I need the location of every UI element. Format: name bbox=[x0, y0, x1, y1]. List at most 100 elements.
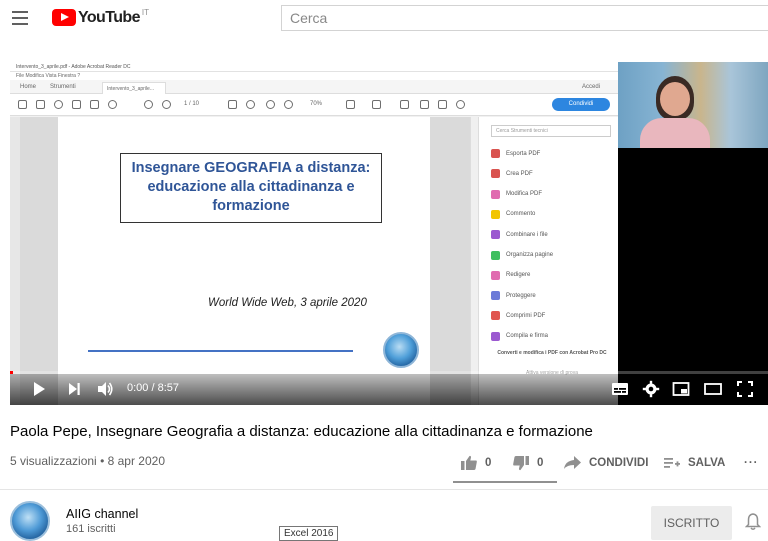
fit-page-icon bbox=[346, 100, 355, 109]
dislike-button[interactable]: 0 bbox=[512, 453, 543, 473]
save-label: SALVA bbox=[688, 457, 726, 469]
panel-tool-icon bbox=[491, 169, 500, 179]
slide-title: Insegnare GEOGRAFIA a distanza: educazio… bbox=[120, 153, 382, 223]
panel-item-label: Combinare i file bbox=[506, 231, 548, 238]
miniplayer-icon[interactable] bbox=[672, 380, 690, 398]
like-count: 0 bbox=[485, 457, 492, 469]
zoom-search-icon bbox=[108, 100, 117, 109]
panel-item-label: Modifica PDF bbox=[506, 191, 543, 198]
upload-date: 8 apr 2020 bbox=[107, 454, 165, 468]
time-display: 0:00 / 8:57 bbox=[127, 382, 179, 394]
video-meta: 5 visualizzazioni • 8 apr 2020 bbox=[10, 454, 165, 468]
sign-icon bbox=[438, 100, 447, 109]
acrobat-scrollbar bbox=[470, 117, 478, 405]
youtube-play-icon bbox=[52, 9, 76, 26]
subscriber-count: 161 iscritti bbox=[66, 523, 116, 535]
volume-icon[interactable] bbox=[96, 380, 114, 398]
subtitles-icon[interactable] bbox=[611, 380, 629, 398]
share-icon bbox=[564, 456, 581, 469]
acrobat-panel-item: Esporta PDF bbox=[491, 149, 540, 158]
more-actions-icon[interactable]: ··· bbox=[744, 453, 759, 473]
zoom-level: 70% bbox=[310, 101, 323, 107]
settings-gear-icon[interactable] bbox=[642, 380, 660, 398]
presenter-body bbox=[640, 118, 710, 148]
youtube-logo[interactable]: YouTube IT bbox=[52, 8, 149, 27]
play-icon[interactable] bbox=[30, 380, 48, 398]
acrobat-tools-panel: Cerca Strumenti tecnici Esporta PDF Crea … bbox=[478, 117, 618, 405]
acrobat-panel-item: Modifica PDF bbox=[491, 189, 543, 199]
thumbs-up-icon bbox=[461, 455, 477, 470]
video-player[interactable]: Intervento_3_aprile.pdf - Adobe Acrobat … bbox=[10, 62, 768, 405]
next-icon[interactable] bbox=[65, 380, 83, 398]
fullscreen-icon[interactable] bbox=[736, 380, 754, 398]
comment-icon bbox=[400, 100, 409, 109]
acrobat-panel-item: Compila e firma bbox=[491, 331, 548, 341]
playlist-add-icon bbox=[664, 458, 680, 468]
save-button[interactable]: SALVA bbox=[664, 453, 725, 473]
view-count: 5 visualizzazioni bbox=[10, 454, 97, 468]
zoom-out-icon bbox=[266, 100, 275, 109]
panel-item-label: Organizza pagine bbox=[506, 252, 554, 258]
panel-tool-icon bbox=[491, 311, 500, 321]
panel-item-label: Comprimi PDF bbox=[506, 312, 546, 319]
acrobat-document-area: Insegnare GEOGRAFIA a distanza: educazio… bbox=[20, 117, 470, 405]
hand-icon bbox=[246, 100, 255, 109]
acrobat-menu: File Modifica Vista Finestra ? bbox=[10, 72, 618, 80]
share-button[interactable]: CONDIVIDI bbox=[563, 453, 648, 473]
cursor-icon bbox=[228, 100, 237, 109]
acrobat-signin: Accedi bbox=[582, 84, 601, 90]
star-icon bbox=[36, 100, 45, 109]
acrobat-panel-item: Comprimi PDF bbox=[491, 311, 546, 321]
panel-tool-icon bbox=[491, 291, 500, 301]
search-input[interactable]: Cerca bbox=[281, 5, 768, 31]
page-indicator: 1 / 10 bbox=[184, 101, 200, 107]
channel-avatar[interactable] bbox=[10, 501, 50, 541]
like-button[interactable]: 0 bbox=[460, 453, 491, 473]
panel-item-label: Esporta PDF bbox=[506, 150, 541, 157]
acrobat-panel-item: Commento bbox=[491, 209, 536, 219]
mail-icon bbox=[90, 100, 99, 109]
acrobat-window: Intervento_3_aprile.pdf - Adobe Acrobat … bbox=[10, 62, 618, 405]
zoom-in-icon bbox=[284, 100, 293, 109]
acrobat-panel-item: Redigere bbox=[491, 270, 530, 280]
globe-logo-icon bbox=[383, 332, 419, 368]
acrobat-tab-doc: Intervento_3_aprile... bbox=[102, 82, 166, 94]
acrobat-tab-home: Home bbox=[20, 84, 37, 90]
pdf-slide: Insegnare GEOGRAFIA a distanza: educazio… bbox=[58, 117, 430, 405]
meta-separator: • bbox=[100, 454, 108, 468]
panel-tool-icon bbox=[491, 331, 500, 341]
pen-icon bbox=[420, 100, 429, 109]
divider bbox=[0, 489, 768, 490]
subscribe-button[interactable]: ISCRITTO bbox=[651, 506, 732, 540]
video-title: Paola Pepe, Insegnare Geografia a distan… bbox=[10, 423, 593, 440]
slide-divider bbox=[88, 350, 353, 352]
panel-tool-icon bbox=[491, 149, 500, 158]
thumbs-down-icon bbox=[513, 456, 529, 471]
acrobat-panel-item: Crea PDF bbox=[491, 169, 533, 179]
acrobat-left-strip bbox=[10, 117, 20, 405]
panel-tool-icon bbox=[491, 189, 500, 199]
bell-icon[interactable] bbox=[745, 513, 761, 531]
channel-name[interactable]: AIIG channel bbox=[66, 507, 138, 521]
slide-subtitle: World Wide Web, 3 aprile 2020 bbox=[208, 297, 367, 309]
panel-tool-icon bbox=[491, 209, 500, 219]
like-ratio-bar bbox=[453, 481, 557, 483]
page-down-icon bbox=[162, 100, 171, 109]
acrobat-panel-item: Organizza pagine bbox=[491, 250, 554, 260]
acrobat-tabs: Home Strumenti Intervento_3_aprile... Ac… bbox=[10, 80, 618, 94]
presenter-face bbox=[660, 82, 690, 116]
scroll-mode-icon bbox=[372, 100, 381, 109]
player-controls: 0:00 / 8:57 bbox=[10, 374, 768, 405]
country-code: IT bbox=[141, 8, 149, 17]
panel-item-label: Crea PDF bbox=[506, 170, 533, 177]
theater-mode-icon[interactable] bbox=[704, 380, 722, 398]
share-label: CONDIVIDI bbox=[589, 457, 649, 469]
dislike-count: 0 bbox=[537, 457, 544, 469]
acrobat-tab-tools: Strumenti bbox=[50, 84, 76, 90]
logo-text: YouTube bbox=[78, 9, 140, 26]
acrobat-share-button: Condividi bbox=[552, 98, 610, 111]
menu-icon[interactable] bbox=[12, 11, 28, 25]
panel-item-label: Commento bbox=[506, 211, 536, 218]
acrobat-panel-item: Proteggere bbox=[491, 291, 536, 301]
panel-footer: Converti e modifica i PDF con Acrobat Pr… bbox=[497, 350, 607, 356]
